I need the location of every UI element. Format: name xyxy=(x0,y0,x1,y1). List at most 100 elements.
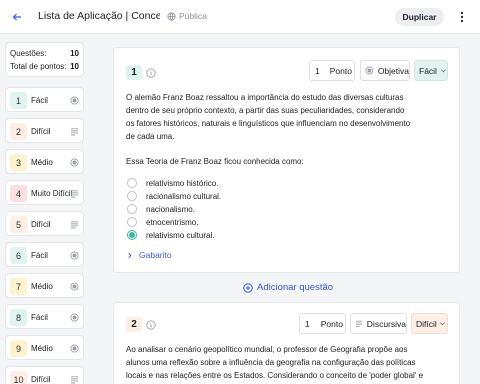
question-nav-number: 5 xyxy=(10,216,27,233)
visibility-status: Pública xyxy=(167,11,207,21)
question-nav-level: Médio xyxy=(31,344,53,353)
question-nav-item[interactable]: 10 Difícil xyxy=(5,366,84,384)
info-icon[interactable] xyxy=(146,320,156,330)
question-nav-item[interactable]: 6 Fácil xyxy=(5,242,84,267)
points-field[interactable]: 1 Ponto xyxy=(299,313,346,334)
question-nav-item[interactable]: 3 Médio xyxy=(5,149,84,174)
option-radio[interactable] xyxy=(127,204,137,214)
radio-type-icon xyxy=(70,158,79,167)
question-nav-number: 3 xyxy=(10,154,27,171)
question-nav-number: 1 xyxy=(10,92,27,109)
visibility-label: Pública xyxy=(179,11,207,21)
answer-option-selected[interactable]: relativismo cultural. xyxy=(127,230,214,240)
gabarito-label: Gabarito xyxy=(139,250,172,260)
question-type-select[interactable]: Objetiva xyxy=(360,60,410,81)
text-lines-icon xyxy=(70,221,79,229)
points-label: Ponto xyxy=(320,318,343,329)
question-nav-number: 4 xyxy=(10,185,27,202)
answer-option[interactable]: racionalismo cultural. xyxy=(127,191,221,201)
question-nav-level: Médio xyxy=(31,282,53,291)
question-nav-level: Difícil xyxy=(31,127,51,136)
radio-type-icon xyxy=(70,313,79,322)
question-nav-item[interactable]: 1 Fácil xyxy=(5,87,84,112)
back-arrow-icon[interactable] xyxy=(9,9,25,25)
option-label: relativismo cultural. xyxy=(146,230,215,240)
question-nav-number: 6 xyxy=(10,247,27,264)
question-type-select[interactable]: Discursiva xyxy=(350,313,407,334)
question-nav-item[interactable]: 8 Fácil xyxy=(5,304,84,329)
question-statement: Ao analisar o cenário geopolítico mundia… xyxy=(126,345,424,380)
question-type-label: Objetiva xyxy=(377,65,409,76)
app-header: Lista de Aplicação | Conceit... Pública … xyxy=(0,0,480,34)
question-nav-number: 7 xyxy=(10,278,27,295)
question-prompt: Essa Teoria de Franz Boaz ficou conhecid… xyxy=(126,157,304,166)
difficulty-select[interactable]: Fácil xyxy=(414,60,448,81)
question-number: 1 xyxy=(126,65,142,80)
text-lines-icon xyxy=(355,320,363,327)
question-statement: O alemão Franz Boaz ressaltou a importân… xyxy=(126,93,411,141)
question-type-label: Discursiva xyxy=(366,318,406,329)
radio-type-icon xyxy=(70,251,79,260)
question-nav-number: 10 xyxy=(10,371,27,384)
question-nav-item[interactable]: 2 Difícil xyxy=(5,118,84,143)
question-card: 1 1 Ponto Objetiva Fácil O alemão Franz … xyxy=(113,47,460,273)
question-nav-item[interactable]: 9 Médio xyxy=(5,335,84,360)
questions-count-value: 10 xyxy=(70,49,79,58)
question-nav-level: Médio xyxy=(31,158,53,167)
question-nav-number: 2 xyxy=(10,123,27,140)
answer-option[interactable]: nacionalismo. xyxy=(127,204,195,214)
option-label: nacionalismo. xyxy=(146,204,195,214)
question-nav-item[interactable]: 7 Médio xyxy=(5,273,84,298)
questions-count-label: Questões: xyxy=(10,49,47,58)
difficulty-label: Fácil xyxy=(419,65,437,76)
answer-option[interactable]: etnocentrismo. xyxy=(127,217,198,227)
option-label: relativismo histórico. xyxy=(146,178,219,188)
gabarito-toggle[interactable]: Gabarito xyxy=(126,250,172,260)
points-value: 1 xyxy=(315,65,320,76)
option-radio[interactable] xyxy=(127,217,137,227)
question-nav-item[interactable]: 5 Difícil xyxy=(5,211,84,236)
radio-type-icon xyxy=(70,96,79,105)
chevron-down-icon xyxy=(439,322,445,326)
list-summary: Questões: 10 Total de pontos: 10 xyxy=(5,42,84,77)
question-nav-number: 8 xyxy=(10,309,27,326)
option-radio-selected[interactable] xyxy=(127,230,137,240)
add-question-button[interactable]: Adicionar questão xyxy=(243,282,333,293)
text-lines-icon xyxy=(70,128,79,136)
page-title: Lista de Aplicação | Conceit... xyxy=(38,10,160,22)
plus-circle-icon xyxy=(243,282,253,293)
radio-type-icon xyxy=(365,66,374,75)
points-field[interactable]: 1 Ponto xyxy=(309,60,355,81)
chevron-right-icon xyxy=(128,252,132,258)
radio-type-icon xyxy=(70,282,79,291)
text-lines-icon xyxy=(70,190,79,198)
duplicate-button[interactable]: Duplicar xyxy=(395,8,444,26)
option-label: etnocentrismo. xyxy=(146,217,199,227)
text-lines-icon xyxy=(70,376,79,384)
add-question-label: Adicionar questão xyxy=(257,282,334,293)
difficulty-label: Difícil xyxy=(416,318,437,329)
more-options-icon[interactable] xyxy=(455,9,469,25)
globe-icon xyxy=(167,11,176,21)
points-value: 1 xyxy=(305,318,310,329)
question-nav-level: Fácil xyxy=(31,313,48,322)
radio-type-icon xyxy=(70,344,79,353)
question-number: 2 xyxy=(126,317,142,332)
chevron-down-icon xyxy=(440,69,446,73)
info-icon[interactable] xyxy=(146,68,156,78)
question-nav-number: 9 xyxy=(10,340,27,357)
total-points-label: Total de pontos: xyxy=(10,62,67,71)
question-nav-level: Fácil xyxy=(31,96,48,105)
question-nav-item[interactable]: 4 Muito Difícil xyxy=(5,180,84,205)
question-nav-level: Difícil xyxy=(31,375,51,384)
points-label: Ponto xyxy=(329,65,352,76)
difficulty-select[interactable]: Difícil xyxy=(411,313,448,334)
total-points-value: 10 xyxy=(70,62,79,71)
question-nav-level: Difícil xyxy=(31,220,51,229)
question-nav-level: Fácil xyxy=(31,251,48,260)
question-card: 2 1 Ponto Discursiva Difícil Ao analisar… xyxy=(113,302,460,384)
option-label: racionalismo cultural. xyxy=(146,191,222,201)
answer-option[interactable]: relativismo histórico. xyxy=(127,178,218,188)
option-radio[interactable] xyxy=(127,178,137,188)
option-radio[interactable] xyxy=(127,191,137,201)
